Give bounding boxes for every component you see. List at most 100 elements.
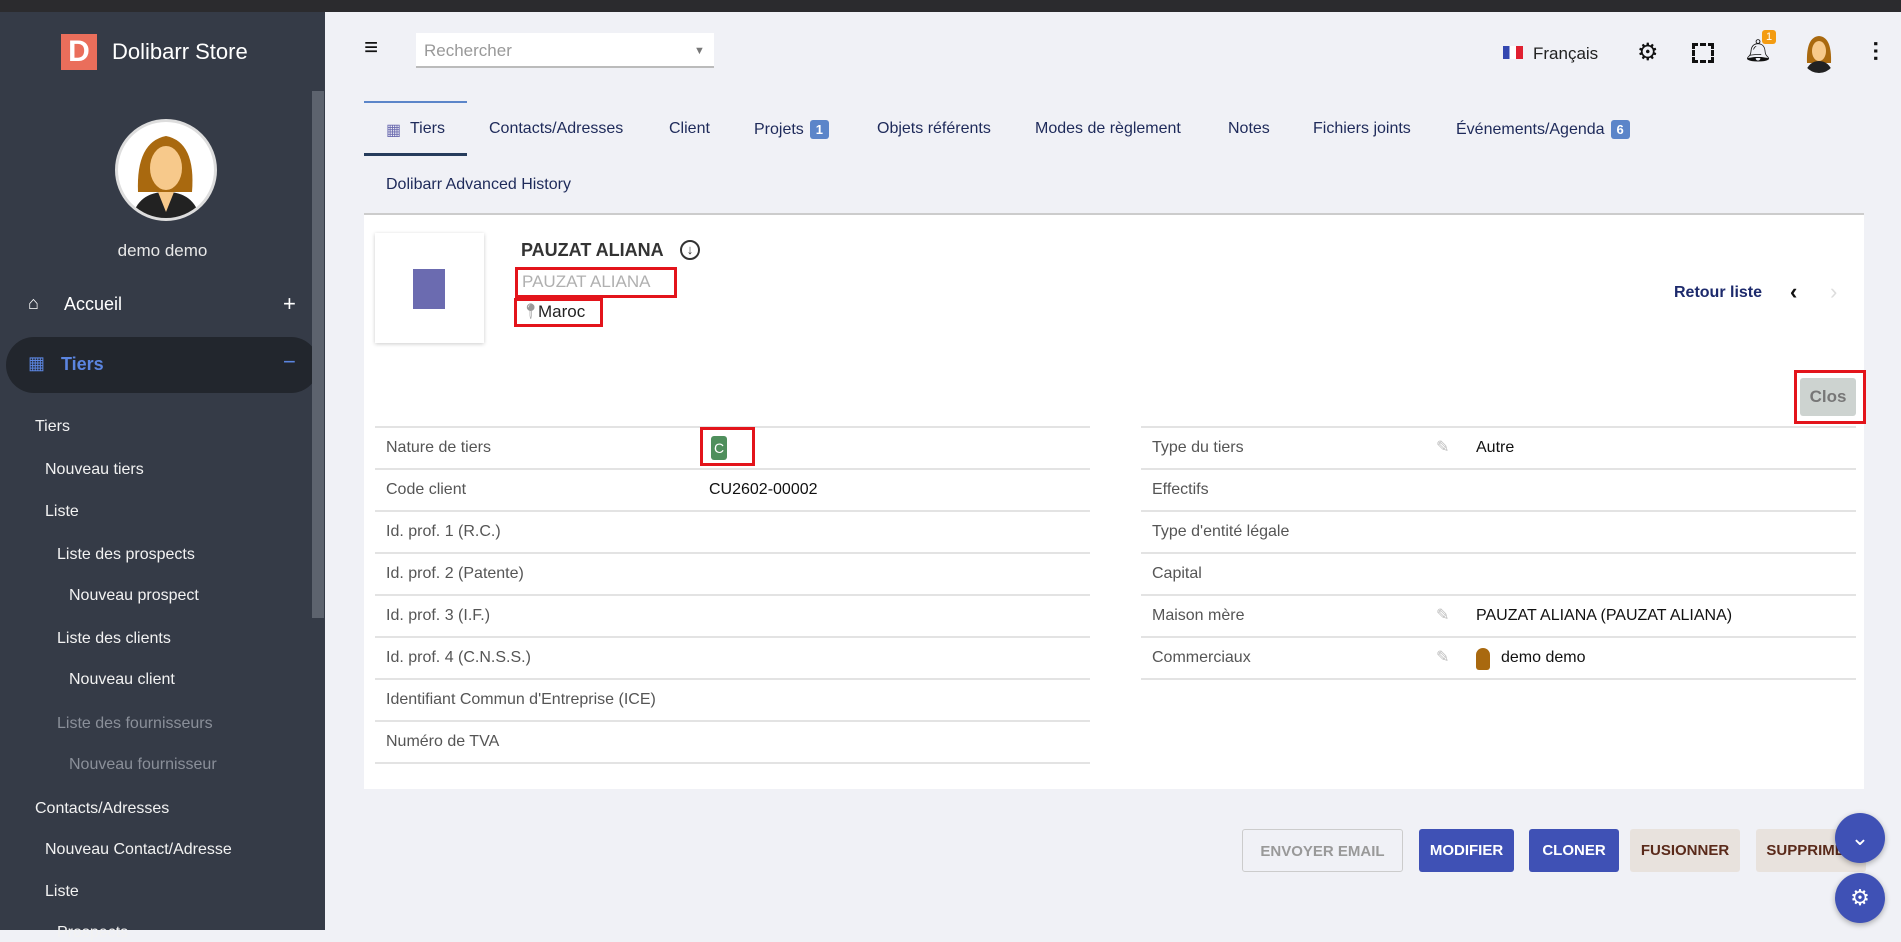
send-email-button[interactable]: ENVOYER EMAIL [1242,829,1403,872]
hamburger-menu-icon[interactable]: ≡ [364,36,378,60]
field-label: Capital [1152,565,1202,582]
sidebar-sub-item[interactable]: Tiers [35,418,70,436]
logo[interactable]: D [61,34,97,70]
pencil-icon[interactable]: ✎ [1436,638,1449,678]
field-label: Numéro de TVA [386,733,500,750]
user-avatar-icon [1476,648,1490,670]
collapse-icon[interactable]: − [283,349,296,375]
sidebar-item-tiers[interactable]: Tiers [61,354,104,375]
tab-client[interactable]: Client [669,120,710,138]
right-fields-table: Type du tiers ✎ Autre Effectifs Type d'ent… [1141,426,1856,680]
sidebar-sub-item[interactable]: Prospects [57,924,128,942]
sidebar-item-tiers-active[interactable] [6,337,319,393]
building-icon: ▦ [386,122,402,139]
user-avatar[interactable] [115,119,217,221]
status-badge: Clos [1800,378,1856,416]
tab-fichiers-joints[interactable]: Fichiers joints [1313,120,1411,138]
tab-contacts[interactable]: Contacts/Adresses [489,120,623,138]
field-label: Maison mère [1152,607,1245,624]
field-label: Commerciaux [1152,649,1251,666]
field-label: Type d'entité légale [1152,523,1290,540]
sidebar-sub-item[interactable]: Nouveau Contact/Adresse [45,841,232,859]
sidebar-sub-item[interactable]: Liste des clients [57,630,171,648]
modify-button[interactable]: MODIFIER [1419,829,1514,872]
tab-notes[interactable]: Notes [1228,120,1270,138]
table-row: Type du tiers ✎ Autre [1141,428,1856,470]
more-options-icon[interactable]: ⋯ [1864,40,1889,62]
chevron-down-icon[interactable]: ▼ [694,45,705,57]
gear-icon[interactable]: ⚙ [1637,38,1659,67]
field-value: CU2602-00002 [709,481,818,498]
merge-button[interactable]: FUSIONNER [1630,829,1740,872]
parent-company-link[interactable]: PAUZAT ALIANA (PAUZAT ALIANA) [1476,596,1732,636]
sidebar: D Dolibarr Store demo demo ⌂ Accueil + ▦… [0,12,325,941]
clone-button[interactable]: CLONER [1529,829,1619,872]
back-to-list-link[interactable]: Retour liste [1674,284,1762,302]
sidebar-scrollbar[interactable] [312,91,324,618]
browser-bar [0,0,1901,12]
tab-objets-referents[interactable]: Objets référents [877,120,991,138]
table-row: Code client CU2602-00002 [375,470,1090,512]
pencil-icon[interactable]: ✎ [1436,596,1449,636]
scroll-down-chevron-icon[interactable]: ⌄ [1835,813,1885,863]
sidebar-sub-item[interactable]: Contacts/Adresses [35,800,169,818]
company-name: PAUZAT ALIANA [521,240,664,260]
sidebar-item-accueil[interactable]: Accueil [64,294,122,315]
field-label: Nature de tiers [386,439,491,456]
sidebar-sub-item[interactable]: Liste des prospects [57,546,195,564]
field-label: Identifiant Commun d'Entreprise (ICE) [386,691,656,708]
sidebar-sub-item[interactable]: Nouveau fournisseur [69,756,217,774]
user-avatar-small[interactable] [1801,33,1837,73]
sidebar-sub-item[interactable]: Liste [45,883,79,901]
expand-icon[interactable]: + [283,291,296,317]
tab-label: Événements/Agenda [1456,121,1605,138]
settings-gear-icon[interactable]: ⚙ [1835,873,1885,923]
fullscreen-icon[interactable] [1692,43,1714,63]
field-label: Id. prof. 2 (Patente) [386,565,524,582]
tab-modes-reglement[interactable]: Modes de règlement [1035,120,1181,138]
building-icon [413,269,445,309]
table-row: Id. prof. 3 (I.F.) [375,596,1090,638]
sidebar-sub-item[interactable]: Liste des fournisseurs [57,715,213,733]
chevron-right-icon[interactable]: › [1830,279,1837,305]
sidebar-sub-item[interactable]: Nouveau prospect [69,587,199,605]
field-label: Id. prof. 3 (I.F.) [386,607,491,624]
tab-evenements[interactable]: Événements/Agenda 6 [1456,120,1630,139]
sidebar-sub-item[interactable]: Nouveau tiers [45,461,144,479]
field-label: Effectifs [1152,481,1209,498]
tab-tiers[interactable]: Tiers [410,120,445,138]
count-badge: 1 [809,120,830,139]
table-row: Numéro de TVA [375,722,1090,764]
table-row: Commerciaux ✎ demo demo [1141,638,1856,680]
field-value: Autre [1476,439,1515,456]
sidebar-sub-item[interactable]: Nouveau client [69,671,175,689]
tab-projets[interactable]: Projets 1 [754,120,830,139]
tab-top-indicator [364,101,467,103]
brand-name[interactable]: Dolibarr Store [112,39,248,65]
language-selector[interactable]: Français [1533,44,1598,64]
chevron-left-icon[interactable]: ‹ [1790,279,1797,305]
company-logo [375,233,484,343]
tab-advanced-history[interactable]: Dolibarr Advanced History [386,176,571,194]
field-label: Type du tiers [1152,439,1244,456]
building-icon: ▦ [28,353,46,373]
sales-rep-link[interactable]: demo demo [1501,638,1586,678]
company-alias: PAUZAT ALIANA [522,272,651,291]
table-row: Type d'entité légale [1141,512,1856,554]
pencil-icon[interactable]: ✎ [1436,428,1449,468]
table-row: Id. prof. 1 (R.C.) [375,512,1090,554]
table-row: Id. prof. 4 (C.N.S.S.) [375,638,1090,680]
tab-active-indicator [364,153,467,156]
table-row: Capital [1141,554,1856,596]
download-icon[interactable]: ↓ [680,240,700,260]
tab-label: Projets [754,121,804,138]
highlight-box [700,427,755,466]
table-row: Effectifs [1141,470,1856,512]
field-label: Code client [386,481,467,498]
table-row: Id. prof. 2 (Patente) [375,554,1090,596]
search-input[interactable]: Rechercher [416,33,714,68]
sidebar-sub-item[interactable]: Liste [45,503,79,521]
notification-badge: 1 [1762,30,1777,44]
table-row: Maison mère ✎ PAUZAT ALIANA (PAUZAT ALIANA… [1141,596,1856,638]
home-icon: ⌂ [28,293,39,313]
